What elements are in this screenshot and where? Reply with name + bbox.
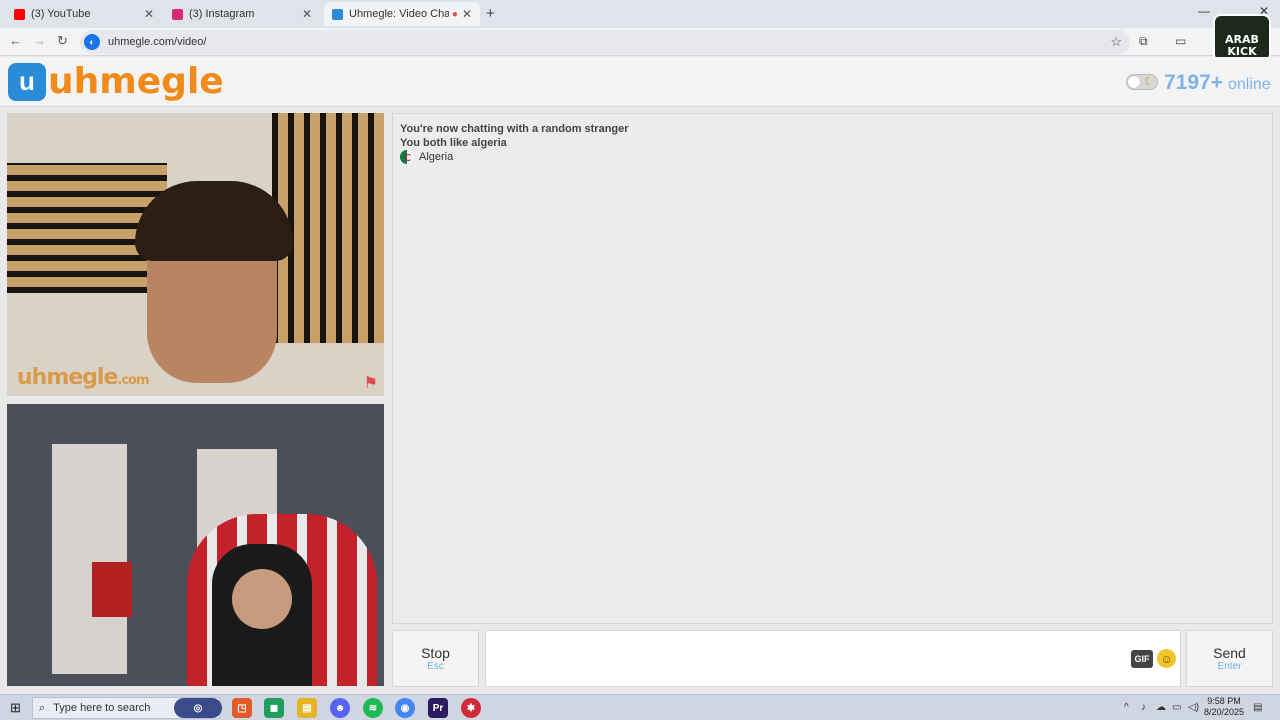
extensions-icon[interactable]: ⧉	[1139, 34, 1148, 49]
chat-log: You're now chatting with a random strang…	[392, 113, 1273, 624]
online-counter: 7197+ online	[1164, 71, 1271, 95]
uhmegle-logo[interactable]: u uhmegle	[8, 61, 224, 102]
country-name: Algeria	[419, 151, 454, 163]
globe-widget-icon[interactable]: ◎	[174, 698, 222, 718]
windows-taskbar: ⊞ ⌕ Type here to search ◎ ◳ ◼ ▤ ☻ ≋ ◉ Pr…	[0, 694, 1280, 720]
minimize-icon[interactable]: —	[1198, 4, 1210, 18]
chevron-up-icon[interactable]: ^	[1124, 702, 1129, 713]
online-label: online	[1227, 76, 1271, 93]
hanging-shirt	[92, 562, 132, 617]
stranger-video: uhmegle.com ⚑	[7, 113, 384, 396]
algeria-flag-icon	[400, 150, 414, 164]
site-header: u uhmegle ☾ 7197+ online	[0, 57, 1280, 107]
chrome-icon[interactable]: ◉	[395, 698, 415, 718]
microphone-icon[interactable]: ♪	[1141, 702, 1146, 713]
clock-time: 9:58 PM	[1207, 696, 1241, 706]
clock-date: 8/20/2025	[1204, 707, 1245, 717]
send-button[interactable]: Send Enter	[1186, 630, 1273, 687]
stop-label: Stop	[421, 645, 450, 661]
send-label: Send	[1213, 645, 1246, 661]
premiere-pro-icon[interactable]: Pr	[428, 698, 448, 718]
browser-tab-strip: (3) YouTube ✕ (3) Instagram ✕ Uhmegle: V…	[0, 0, 1280, 28]
watermark-text: uhmegle	[17, 365, 118, 390]
uhmegle-icon	[332, 8, 343, 20]
logo-text: uhmegle	[48, 61, 224, 102]
overlay-logo-text: ARAB KICK	[1225, 33, 1259, 58]
app-icon[interactable]: ◳	[232, 698, 252, 718]
watermark-suffix: .com	[117, 373, 149, 388]
instagram-icon	[172, 8, 183, 20]
site-info-icon[interactable]: ◐	[84, 34, 100, 50]
send-shortcut: Enter	[1217, 661, 1242, 672]
stream-overlay-logo: ARAB KICK	[1213, 14, 1271, 62]
file-explorer-icon[interactable]: ▤	[297, 698, 317, 718]
uhmegle-watermark: uhmegle.com	[17, 365, 150, 390]
app-icon[interactable]: ◼	[264, 698, 284, 718]
new-tab-button[interactable]: +	[486, 5, 495, 22]
stop-button[interactable]: Stop Esc	[392, 630, 479, 687]
app-icon[interactable]: ✱	[461, 698, 481, 718]
stranger-hair	[135, 181, 293, 261]
logo-mark-icon: u	[8, 62, 46, 101]
tab-title: (3) YouTube	[31, 8, 91, 20]
report-flag-icon[interactable]: ⚑	[364, 373, 378, 393]
network-icon[interactable]: ▭	[1172, 702, 1181, 713]
tab-instagram[interactable]: (3) Instagram ✕	[164, 2, 320, 26]
self-face	[232, 569, 292, 629]
search-icon: ⌕	[39, 701, 46, 714]
door	[52, 444, 127, 674]
tab-title: (3) Instagram	[189, 8, 255, 20]
reload-icon[interactable]: ↻	[57, 33, 68, 49]
moon-icon: ☾	[1144, 76, 1154, 88]
spotify-icon[interactable]: ≋	[363, 698, 383, 718]
stranger-country: Algeria	[400, 150, 453, 164]
youtube-icon	[14, 8, 25, 20]
tab-title: Uhmegle: Video Chat | Ome	[349, 8, 449, 20]
toggle-knob	[1128, 76, 1140, 88]
cast-icon[interactable]: ▭	[1175, 34, 1186, 48]
tab-youtube[interactable]: (3) YouTube ✕	[6, 2, 162, 26]
notification-icon[interactable]: ▤	[1253, 702, 1262, 713]
browser-toolbar: ← → ↻ ◐ uhmegle.com/video/ ☆ ⧉ ▭	[0, 28, 1280, 56]
close-icon[interactable]: ✕	[144, 7, 154, 21]
volume-icon[interactable]: ◁)	[1188, 702, 1199, 713]
stop-shortcut: Esc	[427, 661, 444, 672]
self-video	[7, 404, 384, 686]
back-icon[interactable]: ←	[9, 33, 22, 48]
address-bar[interactable]: ◐ uhmegle.com/video/ ☆	[80, 30, 1130, 54]
system-message: You're now chatting with a random strang…	[400, 123, 629, 135]
url-text: uhmegle.com/video/	[108, 36, 207, 48]
recording-icon: ●	[451, 8, 458, 20]
cloud-icon[interactable]: ☁	[1156, 702, 1166, 713]
gif-button[interactable]: GIF	[1131, 650, 1153, 668]
close-icon[interactable]: ✕	[462, 7, 472, 21]
online-count: 7197+	[1164, 71, 1223, 94]
close-icon[interactable]: ✕	[302, 7, 312, 21]
search-placeholder: Type here to search	[53, 702, 151, 714]
discord-icon[interactable]: ☻	[330, 698, 350, 718]
tab-uhmegle[interactable]: Uhmegle: Video Chat | Ome ● ✕	[324, 2, 480, 26]
emoji-icon[interactable]: ☺	[1157, 649, 1176, 668]
message-input[interactable]: GIF ☺	[485, 630, 1181, 687]
system-message: You both like algeria	[400, 137, 507, 149]
bookmark-star-icon[interactable]: ☆	[1110, 34, 1122, 50]
windows-start-icon[interactable]: ⊞	[10, 700, 21, 716]
forward-icon[interactable]: →	[33, 33, 46, 48]
system-clock[interactable]: 9:58 PM 8/20/2025	[1204, 696, 1244, 718]
dark-mode-toggle[interactable]: ☾	[1126, 74, 1158, 90]
